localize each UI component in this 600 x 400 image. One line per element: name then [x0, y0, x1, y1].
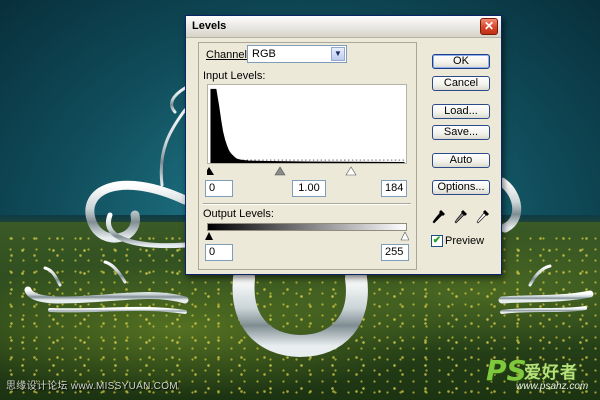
input-white-field[interactable]: 184 [381, 180, 407, 197]
input-levels-label: Input Levels: [203, 70, 266, 82]
black-eyedropper-icon[interactable] [432, 209, 446, 225]
histogram [207, 84, 407, 164]
channel-value: RGB [252, 48, 276, 60]
white-eyedropper-icon[interactable] [476, 209, 490, 225]
site-logo: PS 爱好者 www.psahz.com [486, 352, 596, 394]
input-gamma-handle[interactable] [274, 166, 286, 176]
output-black-field[interactable]: 0 [205, 244, 233, 261]
preview-label[interactable]: Preview [445, 235, 484, 247]
input-black-field[interactable]: 0 [205, 180, 233, 197]
dialog-title: Levels [192, 20, 227, 32]
close-button[interactable]: ✕ [480, 18, 498, 35]
divider [203, 203, 411, 205]
ok-button[interactable]: OK [432, 54, 490, 69]
input-black-point-handle[interactable] [207, 167, 214, 175]
dialog-titlebar[interactable]: Levels ✕ [186, 16, 501, 38]
logo-chinese-text: 爱好者 [524, 363, 578, 382]
save-button[interactable]: Save... [432, 125, 490, 140]
preview-checkbox[interactable]: ✔ [431, 235, 443, 247]
input-white-point-handle[interactable] [345, 166, 357, 176]
load-button[interactable]: Load... [432, 104, 490, 119]
input-levels-slider[interactable] [207, 166, 407, 176]
output-white-handle[interactable] [400, 232, 409, 241]
histogram-bars [210, 88, 405, 163]
options-button[interactable]: Options... [432, 180, 490, 195]
channel-select[interactable]: RGB ▼ [247, 45, 347, 63]
cancel-button[interactable]: Cancel [432, 76, 490, 91]
input-gamma-field[interactable]: 1.00 [292, 180, 326, 197]
channel-label-text: Channel: [206, 49, 251, 61]
chevron-down-icon[interactable]: ▼ [331, 47, 345, 61]
auto-button[interactable]: Auto [432, 153, 490, 168]
output-gradient-bar [207, 223, 407, 231]
output-black-handle[interactable] [205, 232, 213, 240]
gray-eyedropper-icon[interactable] [454, 209, 468, 225]
watermark-text: 思缘设计论坛 www.MISSYUAN.COM [6, 381, 178, 392]
output-levels-slider[interactable] [205, 232, 409, 241]
levels-dialog: Levels ✕ Channel: RGB ▼ Input Levels: 0 … [185, 15, 502, 275]
logo-url: www.psahz.com [516, 381, 589, 392]
channel-label: Channel: [206, 49, 250, 61]
output-white-field[interactable]: 255 [381, 244, 409, 261]
output-levels-label: Output Levels: [203, 208, 274, 220]
